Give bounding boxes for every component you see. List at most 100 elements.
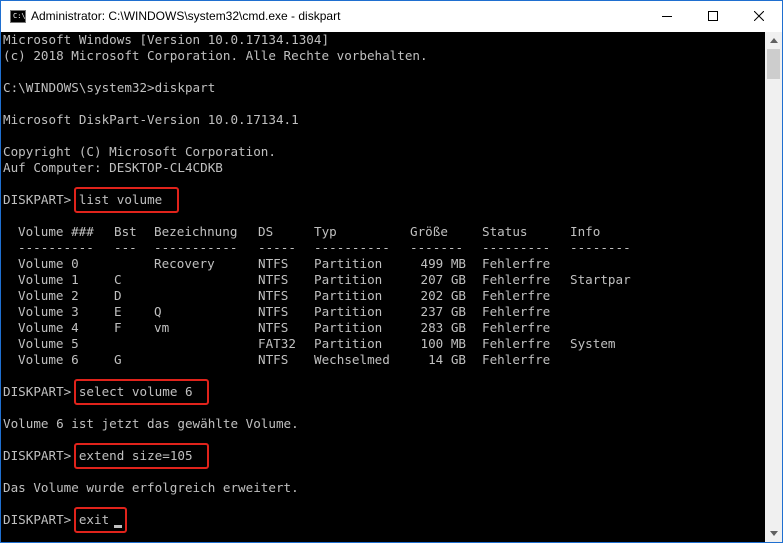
console-line-cmd-prompt: C:\WINDOWS\system32>diskpart (3, 80, 216, 95)
cell-volume: Volume 5 (18, 336, 79, 351)
sep-letter: --- (114, 240, 137, 255)
cmd-app-icon[interactable]: C:\ (10, 10, 26, 23)
table-row: Volume 3 E Q NTFS Partition 237 GB Fehlerfre (1, 304, 765, 320)
sep-size: ------- (410, 240, 464, 255)
prompt-text: DISKPART> (3, 512, 79, 527)
cell-size: 283 GB (420, 320, 467, 335)
col-header-volume: Volume ### (18, 224, 94, 239)
console-line-copyright: Copyright (C) Microsoft Corporation. (3, 144, 276, 159)
cell-volume: Volume 1 (18, 272, 79, 287)
highlight-list-volume (74, 187, 179, 213)
cell-fs: NTFS (258, 304, 289, 319)
prompt-text: DISKPART> (3, 384, 79, 399)
sep-volume: ---------- (18, 240, 94, 255)
cell-letter: G (114, 352, 122, 367)
title-bar[interactable]: C:\ Administrator: C:\WINDOWS\system32\c… (1, 1, 782, 32)
console-output[interactable]: Microsoft Windows [Version 10.0.17134.13… (1, 32, 765, 542)
cell-info: Startpar (570, 272, 631, 287)
scroll-up-arrow-icon[interactable] (765, 32, 782, 49)
prompt-text: DISKPART> (3, 192, 79, 207)
cell-size: 100 MB (420, 336, 467, 351)
table-row: Volume 5 FAT32 Partition 100 MB Fehlerfre Sys… (1, 336, 765, 352)
cell-status: Fehlerfre (482, 256, 551, 271)
cell-size: 499 MB (420, 256, 467, 271)
cell-status: Fehlerfre (482, 272, 551, 287)
console-line-computer: Auf Computer: DESKTOP-CL4CDKB (3, 160, 223, 175)
col-header-fs: DS (258, 224, 274, 239)
sep-status: --------- (482, 240, 551, 255)
highlight-extend-size (74, 443, 209, 469)
col-header-type: Typ (314, 224, 337, 239)
cell-fs: NTFS (258, 288, 289, 303)
cell-label: Q (154, 304, 162, 319)
cell-status: Fehlerfre (482, 352, 551, 367)
col-header-info: Info (570, 224, 601, 239)
cell-type: Partition (314, 304, 383, 319)
cell-fs: NTFS (258, 320, 289, 335)
col-header-status: Status (482, 224, 528, 239)
scroll-down-arrow-icon[interactable] (765, 525, 782, 542)
table-row: Volume 0 Recovery NTFS Partition 499 MB Fehle… (1, 256, 765, 272)
table-row: Volume 6 G NTFS Wechselmed 14 GB Fehlerfre (1, 352, 765, 368)
cell-fs: NTFS (258, 352, 289, 367)
cell-status: Fehlerfre (482, 304, 551, 319)
scrollbar-thumb[interactable] (767, 49, 780, 79)
window-title: Administrator: C:\WINDOWS\system32\cmd.e… (31, 9, 341, 23)
sep-label: ----------- (154, 240, 238, 255)
console-line-version: Microsoft Windows [Version 10.0.17134.13… (3, 32, 330, 47)
console-line-diskpart-version: Microsoft DiskPart-Version 10.0.17134.1 (3, 112, 299, 127)
cell-label: vm (154, 320, 170, 335)
cell-type: Partition (314, 256, 383, 271)
cell-type: Partition (314, 288, 383, 303)
cell-status: Fehlerfre (482, 336, 551, 351)
cell-volume: Volume 0 (18, 256, 79, 271)
table-row: Volume 1 C NTFS Partition 207 GB Fehlerfre Sta… (1, 272, 765, 288)
sep-type: ---------- (314, 240, 390, 255)
maximize-icon (708, 11, 718, 21)
table-separator-row: ---------- --- ----------- ----- -------… (1, 240, 765, 256)
message-volume-extended: Das Volume wurde erfolgreich erweitert. (3, 480, 299, 495)
cell-size: 237 GB (420, 304, 467, 319)
cell-info: System (570, 336, 616, 351)
col-header-label: Bezeichnung (154, 224, 238, 239)
cell-size: 207 GB (420, 272, 467, 287)
cell-fs: FAT32 (258, 336, 296, 351)
minimize-icon (662, 16, 672, 17)
minimize-button[interactable] (644, 1, 690, 32)
table-row: Volume 4 Fvm NTFS Partition 283 GB Fehlerfre (1, 320, 765, 336)
cell-volume: Volume 4 (18, 320, 79, 335)
cell-type: Partition (314, 336, 383, 351)
cell-letter: D (114, 288, 122, 303)
message-volume-selected: Volume 6 ist jetzt das gewählte Volume. (3, 416, 299, 431)
cell-letter: E (114, 304, 122, 319)
cell-volume: Volume 3 (18, 304, 79, 319)
vertical-scrollbar[interactable] (765, 32, 782, 542)
sep-fs: ----- (258, 240, 296, 255)
cell-status: Fehlerfre (482, 288, 551, 303)
cell-type: Partition (314, 272, 383, 287)
col-header-letter: Bst (114, 224, 137, 239)
close-icon (754, 11, 764, 21)
cell-size: 202 GB (420, 288, 467, 303)
highlight-exit (74, 507, 127, 533)
table-row: Volume 2 D NTFS Partition 202 GB Fehlerfre (1, 288, 765, 304)
col-header-size: Größe (410, 224, 448, 239)
cell-type: Partition (314, 320, 383, 335)
cell-letter: C (114, 272, 122, 287)
cell-volume: Volume 6 (18, 352, 79, 367)
close-button[interactable] (736, 1, 782, 32)
sep-info: -------- (570, 240, 631, 255)
table-header-row: Volume ### Bst Bezeichnung DS Typ Größe … (1, 224, 765, 240)
highlight-select-volume (74, 379, 209, 405)
cell-type: Wechselmed (314, 352, 390, 367)
cell-status: Fehlerfre (482, 320, 551, 335)
cell-volume: Volume 2 (18, 288, 79, 303)
cell-fs: NTFS (258, 256, 289, 271)
console-line-copyright-ms: (c) 2018 Microsoft Corporation. Alle Rec… (3, 48, 428, 63)
cell-letter: F (114, 320, 122, 335)
cmd-window: C:\ Administrator: C:\WINDOWS\system32\c… (0, 0, 783, 543)
cell-label: Recovery (154, 256, 215, 271)
maximize-button[interactable] (690, 1, 736, 32)
prompt-text: DISKPART> (3, 448, 79, 463)
cell-size: 14 GB (428, 352, 466, 367)
